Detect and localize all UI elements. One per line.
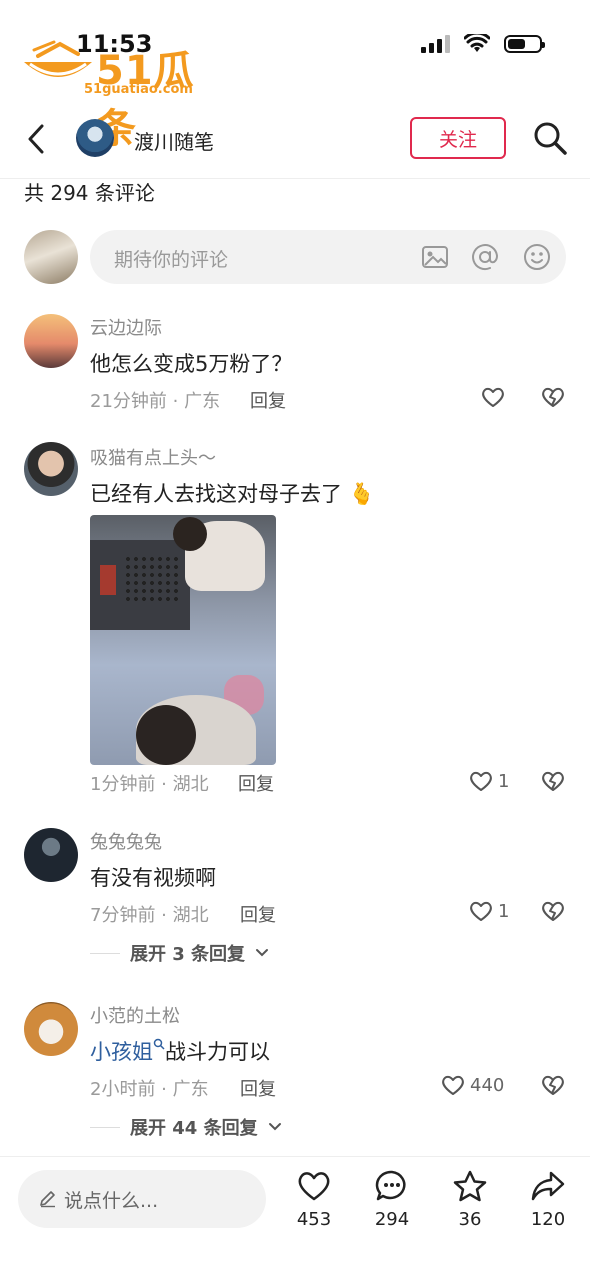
like-post-button[interactable]: 453 [284,1169,344,1239]
comment-input-placeholder: 期待你的评论 [114,249,229,271]
comment-count-bottom: 294 [374,1209,410,1230]
image-icon[interactable] [420,242,450,272]
reply-button[interactable]: 回复 [240,901,276,927]
follow-button[interactable]: 关注 [410,117,506,159]
expand-divider [90,952,120,954]
comment-text: 已经有人去找这对母子去了 🫰 [90,482,375,506]
share-icon [531,1171,565,1201]
say-something-input[interactable]: 说点什么... [18,1170,266,1228]
status-icons [421,34,545,54]
chevron-down-icon [256,949,269,957]
like-count: 453 [296,1209,332,1230]
comment-meta: 1分钟前 · 湖北 [90,774,209,795]
comment-avatar[interactable] [24,828,78,882]
comment-username[interactable]: 云边边际 [90,314,162,340]
comment-text: 他怎么变成5万粉了？ [90,352,293,376]
comment-meta: 2小时前 · 广东 [90,1079,209,1100]
post-header: 渡川随笔 关注 [0,108,590,170]
share-post-button[interactable]: 120 [518,1169,578,1239]
reply-button[interactable]: 回复 [238,770,274,796]
author-name[interactable]: 渡川随笔 [134,126,214,155]
comment-post-button[interactable]: 294 [362,1169,422,1239]
expand-divider [90,1126,120,1128]
my-avatar [24,230,78,284]
search-icon[interactable] [153,1038,165,1050]
favorite-post-button[interactable]: 36 [440,1169,500,1239]
expand-replies-label: 展开 44 条回复 [130,1118,258,1139]
share-count: 120 [530,1209,566,1230]
battery-icon [504,35,545,53]
comment-username[interactable]: 兔兔兔兔 [90,828,162,854]
comment-meta: 7分钟前 · 湖北 [90,905,209,926]
dislike-icon[interactable] [540,1072,566,1098]
chevron-down-icon [268,1123,281,1131]
like-count: 1 [498,770,510,792]
comment-meta: 21分钟前 · 广东 [90,391,221,412]
comment-input[interactable]: 期待你的评论 [90,230,566,284]
dislike-icon[interactable] [540,898,566,924]
comment-count: 共 294 条评论 [24,181,155,205]
dislike-icon[interactable] [540,384,566,410]
comment-avatar[interactable] [24,1002,78,1056]
like-count: 440 [470,1074,505,1096]
expand-replies-label: 展开 3 条回复 [130,944,246,965]
comment-username[interactable]: 小范的土松 [90,1002,180,1028]
say-something-placeholder: 说点什么... [64,1190,159,1212]
expand-replies-button[interactable]: 展开 3 条回复 [90,940,269,966]
hand-heart-emoji: 🫰 [348,482,375,506]
watermark-logo: 51瓜条 51guatiao.com [20,36,230,152]
like-button[interactable]: 440 [440,1072,504,1098]
reply-button[interactable]: 回复 [250,387,286,413]
heart-icon [470,901,492,921]
like-count: 1 [498,900,510,922]
author-avatar[interactable] [76,119,114,157]
search-icon[interactable] [532,120,568,156]
comment-image[interactable] [90,515,276,765]
like-button[interactable]: 1 [468,898,509,924]
favorite-count: 36 [458,1209,482,1230]
expand-replies-button[interactable]: 展开 44 条回复 [90,1114,282,1140]
reply-button[interactable]: 回复 [240,1075,276,1101]
heart-icon [482,387,504,407]
star-icon [453,1170,487,1202]
comment-icon [375,1170,406,1201]
mention-link[interactable]: 小孩姐 [90,1040,153,1064]
comment-avatar[interactable] [24,314,78,368]
back-icon[interactable] [22,122,52,156]
heart-icon [442,1075,464,1095]
comment-text: 小孩姐 战斗力可以 [90,1038,270,1064]
watermark-url: 51guatiao.com [84,82,193,97]
comment-text: 有没有视频啊 [90,866,216,890]
cellular-signal-icon [421,35,450,53]
wifi-icon [464,34,490,52]
at-mention-icon[interactable] [470,242,500,272]
pen-icon [40,1191,55,1208]
bottom-action-bar: 说点什么... 453 294 36 120 [0,1156,590,1280]
like-button[interactable] [480,384,506,410]
dislike-icon[interactable] [540,768,566,794]
like-button[interactable]: 1 [468,768,509,794]
comment-username[interactable]: 吸猫有点上头～ [90,444,216,470]
emoji-icon[interactable] [522,242,552,272]
heart-icon [470,771,492,791]
comment-avatar[interactable] [24,442,78,496]
heart-icon [298,1172,330,1201]
